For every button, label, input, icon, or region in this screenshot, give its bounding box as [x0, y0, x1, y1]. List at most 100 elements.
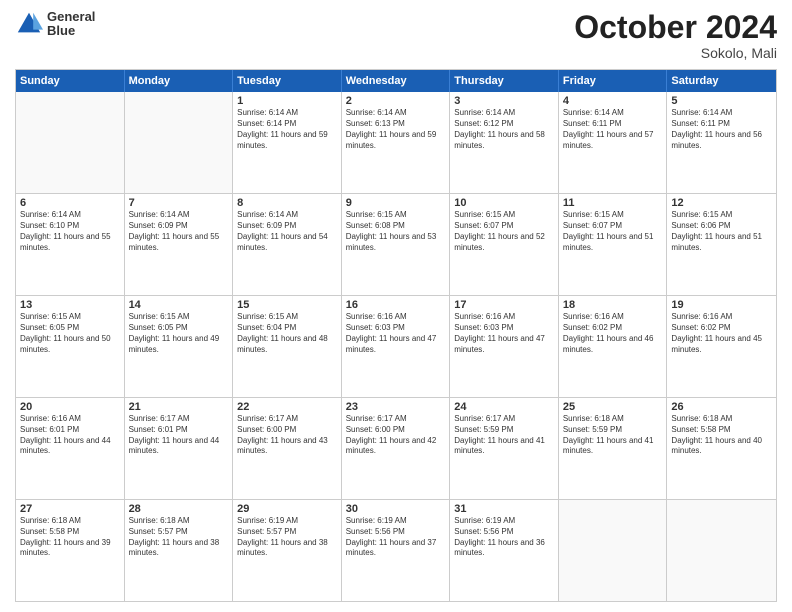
cell-info: Sunrise: 6:18 AM Sunset: 5:58 PM Dayligh…: [671, 414, 772, 457]
cal-cell-day-2: 2Sunrise: 6:14 AM Sunset: 6:13 PM Daylig…: [342, 92, 451, 193]
cal-cell-day-26: 26Sunrise: 6:18 AM Sunset: 5:58 PM Dayli…: [667, 398, 776, 499]
day-number: 27: [20, 503, 120, 515]
cell-info: Sunrise: 6:15 AM Sunset: 6:07 PM Dayligh…: [454, 210, 554, 253]
day-number: 17: [454, 299, 554, 311]
header-day-monday: Monday: [125, 70, 234, 92]
cell-info: Sunrise: 6:16 AM Sunset: 6:01 PM Dayligh…: [20, 414, 120, 457]
cal-cell-day-11: 11Sunrise: 6:15 AM Sunset: 6:07 PM Dayli…: [559, 194, 668, 295]
cell-info: Sunrise: 6:15 AM Sunset: 6:06 PM Dayligh…: [671, 210, 772, 253]
header-day-saturday: Saturday: [667, 70, 776, 92]
cell-info: Sunrise: 6:17 AM Sunset: 6:00 PM Dayligh…: [237, 414, 337, 457]
cal-cell-day-19: 19Sunrise: 6:16 AM Sunset: 6:02 PM Dayli…: [667, 296, 776, 397]
header-day-friday: Friday: [559, 70, 668, 92]
cal-cell-day-28: 28Sunrise: 6:18 AM Sunset: 5:57 PM Dayli…: [125, 500, 234, 601]
cell-info: Sunrise: 6:17 AM Sunset: 5:59 PM Dayligh…: [454, 414, 554, 457]
cal-cell-day-27: 27Sunrise: 6:18 AM Sunset: 5:58 PM Dayli…: [16, 500, 125, 601]
day-number: 30: [346, 503, 446, 515]
title-area: October 2024 Sokolo, Mali: [574, 10, 777, 61]
cell-info: Sunrise: 6:15 AM Sunset: 6:05 PM Dayligh…: [129, 312, 229, 355]
cell-info: Sunrise: 6:14 AM Sunset: 6:11 PM Dayligh…: [671, 108, 772, 151]
logo-line1: General: [47, 10, 95, 24]
cal-cell-day-16: 16Sunrise: 6:16 AM Sunset: 6:03 PM Dayli…: [342, 296, 451, 397]
cell-info: Sunrise: 6:14 AM Sunset: 6:11 PM Dayligh…: [563, 108, 663, 151]
day-number: 19: [671, 299, 772, 311]
calendar: SundayMondayTuesdayWednesdayThursdayFrid…: [15, 69, 777, 602]
day-number: 20: [20, 401, 120, 413]
day-number: 22: [237, 401, 337, 413]
header-day-wednesday: Wednesday: [342, 70, 451, 92]
cal-cell-day-9: 9Sunrise: 6:15 AM Sunset: 6:08 PM Daylig…: [342, 194, 451, 295]
cal-cell-day-31: 31Sunrise: 6:19 AM Sunset: 5:56 PM Dayli…: [450, 500, 559, 601]
logo-text: General Blue: [47, 10, 95, 39]
day-number: 23: [346, 401, 446, 413]
cell-info: Sunrise: 6:15 AM Sunset: 6:07 PM Dayligh…: [563, 210, 663, 253]
day-number: 14: [129, 299, 229, 311]
cal-cell-day-13: 13Sunrise: 6:15 AM Sunset: 6:05 PM Dayli…: [16, 296, 125, 397]
cal-cell-day-6: 6Sunrise: 6:14 AM Sunset: 6:10 PM Daylig…: [16, 194, 125, 295]
day-number: 8: [237, 197, 337, 209]
cal-cell-day-24: 24Sunrise: 6:17 AM Sunset: 5:59 PM Dayli…: [450, 398, 559, 499]
cal-cell-day-10: 10Sunrise: 6:15 AM Sunset: 6:07 PM Dayli…: [450, 194, 559, 295]
calendar-body: 1Sunrise: 6:14 AM Sunset: 6:14 PM Daylig…: [16, 92, 776, 601]
cell-info: Sunrise: 6:14 AM Sunset: 6:09 PM Dayligh…: [129, 210, 229, 253]
cal-cell-day-30: 30Sunrise: 6:19 AM Sunset: 5:56 PM Dayli…: [342, 500, 451, 601]
day-number: 25: [563, 401, 663, 413]
cell-info: Sunrise: 6:19 AM Sunset: 5:57 PM Dayligh…: [237, 516, 337, 559]
header: General Blue October 2024 Sokolo, Mali: [15, 10, 777, 61]
day-number: 28: [129, 503, 229, 515]
cell-info: Sunrise: 6:16 AM Sunset: 6:02 PM Dayligh…: [671, 312, 772, 355]
cell-info: Sunrise: 6:14 AM Sunset: 6:12 PM Dayligh…: [454, 108, 554, 151]
cal-cell-empty: [16, 92, 125, 193]
logo: General Blue: [15, 10, 95, 39]
day-number: 24: [454, 401, 554, 413]
header-day-tuesday: Tuesday: [233, 70, 342, 92]
cell-info: Sunrise: 6:16 AM Sunset: 6:02 PM Dayligh…: [563, 312, 663, 355]
day-number: 1: [237, 95, 337, 107]
day-number: 5: [671, 95, 772, 107]
header-day-thursday: Thursday: [450, 70, 559, 92]
day-number: 3: [454, 95, 554, 107]
cell-info: Sunrise: 6:16 AM Sunset: 6:03 PM Dayligh…: [346, 312, 446, 355]
cal-cell-empty: [667, 500, 776, 601]
cell-info: Sunrise: 6:16 AM Sunset: 6:03 PM Dayligh…: [454, 312, 554, 355]
day-number: 6: [20, 197, 120, 209]
cal-cell-day-22: 22Sunrise: 6:17 AM Sunset: 6:00 PM Dayli…: [233, 398, 342, 499]
cal-cell-day-25: 25Sunrise: 6:18 AM Sunset: 5:59 PM Dayli…: [559, 398, 668, 499]
cal-cell-day-20: 20Sunrise: 6:16 AM Sunset: 6:01 PM Dayli…: [16, 398, 125, 499]
day-number: 15: [237, 299, 337, 311]
cell-info: Sunrise: 6:19 AM Sunset: 5:56 PM Dayligh…: [346, 516, 446, 559]
day-number: 29: [237, 503, 337, 515]
logo-icon: [15, 10, 43, 38]
cal-cell-day-3: 3Sunrise: 6:14 AM Sunset: 6:12 PM Daylig…: [450, 92, 559, 193]
cal-row-2: 13Sunrise: 6:15 AM Sunset: 6:05 PM Dayli…: [16, 295, 776, 397]
cal-cell-day-23: 23Sunrise: 6:17 AM Sunset: 6:00 PM Dayli…: [342, 398, 451, 499]
cal-cell-day-14: 14Sunrise: 6:15 AM Sunset: 6:05 PM Dayli…: [125, 296, 234, 397]
header-day-sunday: Sunday: [16, 70, 125, 92]
cal-row-3: 20Sunrise: 6:16 AM Sunset: 6:01 PM Dayli…: [16, 397, 776, 499]
cal-cell-day-18: 18Sunrise: 6:16 AM Sunset: 6:02 PM Dayli…: [559, 296, 668, 397]
location: Sokolo, Mali: [574, 45, 777, 61]
cal-cell-day-8: 8Sunrise: 6:14 AM Sunset: 6:09 PM Daylig…: [233, 194, 342, 295]
cal-row-1: 6Sunrise: 6:14 AM Sunset: 6:10 PM Daylig…: [16, 193, 776, 295]
day-number: 18: [563, 299, 663, 311]
calendar-header: SundayMondayTuesdayWednesdayThursdayFrid…: [16, 70, 776, 92]
day-number: 2: [346, 95, 446, 107]
cell-info: Sunrise: 6:18 AM Sunset: 5:57 PM Dayligh…: [129, 516, 229, 559]
cell-info: Sunrise: 6:15 AM Sunset: 6:05 PM Dayligh…: [20, 312, 120, 355]
day-number: 16: [346, 299, 446, 311]
day-number: 4: [563, 95, 663, 107]
cal-cell-day-21: 21Sunrise: 6:17 AM Sunset: 6:01 PM Dayli…: [125, 398, 234, 499]
cell-info: Sunrise: 6:17 AM Sunset: 6:01 PM Dayligh…: [129, 414, 229, 457]
day-number: 26: [671, 401, 772, 413]
cal-cell-day-29: 29Sunrise: 6:19 AM Sunset: 5:57 PM Dayli…: [233, 500, 342, 601]
logo-line2: Blue: [47, 24, 95, 38]
cell-info: Sunrise: 6:18 AM Sunset: 5:58 PM Dayligh…: [20, 516, 120, 559]
day-number: 9: [346, 197, 446, 209]
cell-info: Sunrise: 6:14 AM Sunset: 6:10 PM Dayligh…: [20, 210, 120, 253]
day-number: 12: [671, 197, 772, 209]
cell-info: Sunrise: 6:15 AM Sunset: 6:08 PM Dayligh…: [346, 210, 446, 253]
day-number: 11: [563, 197, 663, 209]
day-number: 21: [129, 401, 229, 413]
cal-cell-day-5: 5Sunrise: 6:14 AM Sunset: 6:11 PM Daylig…: [667, 92, 776, 193]
cal-cell-day-7: 7Sunrise: 6:14 AM Sunset: 6:09 PM Daylig…: [125, 194, 234, 295]
